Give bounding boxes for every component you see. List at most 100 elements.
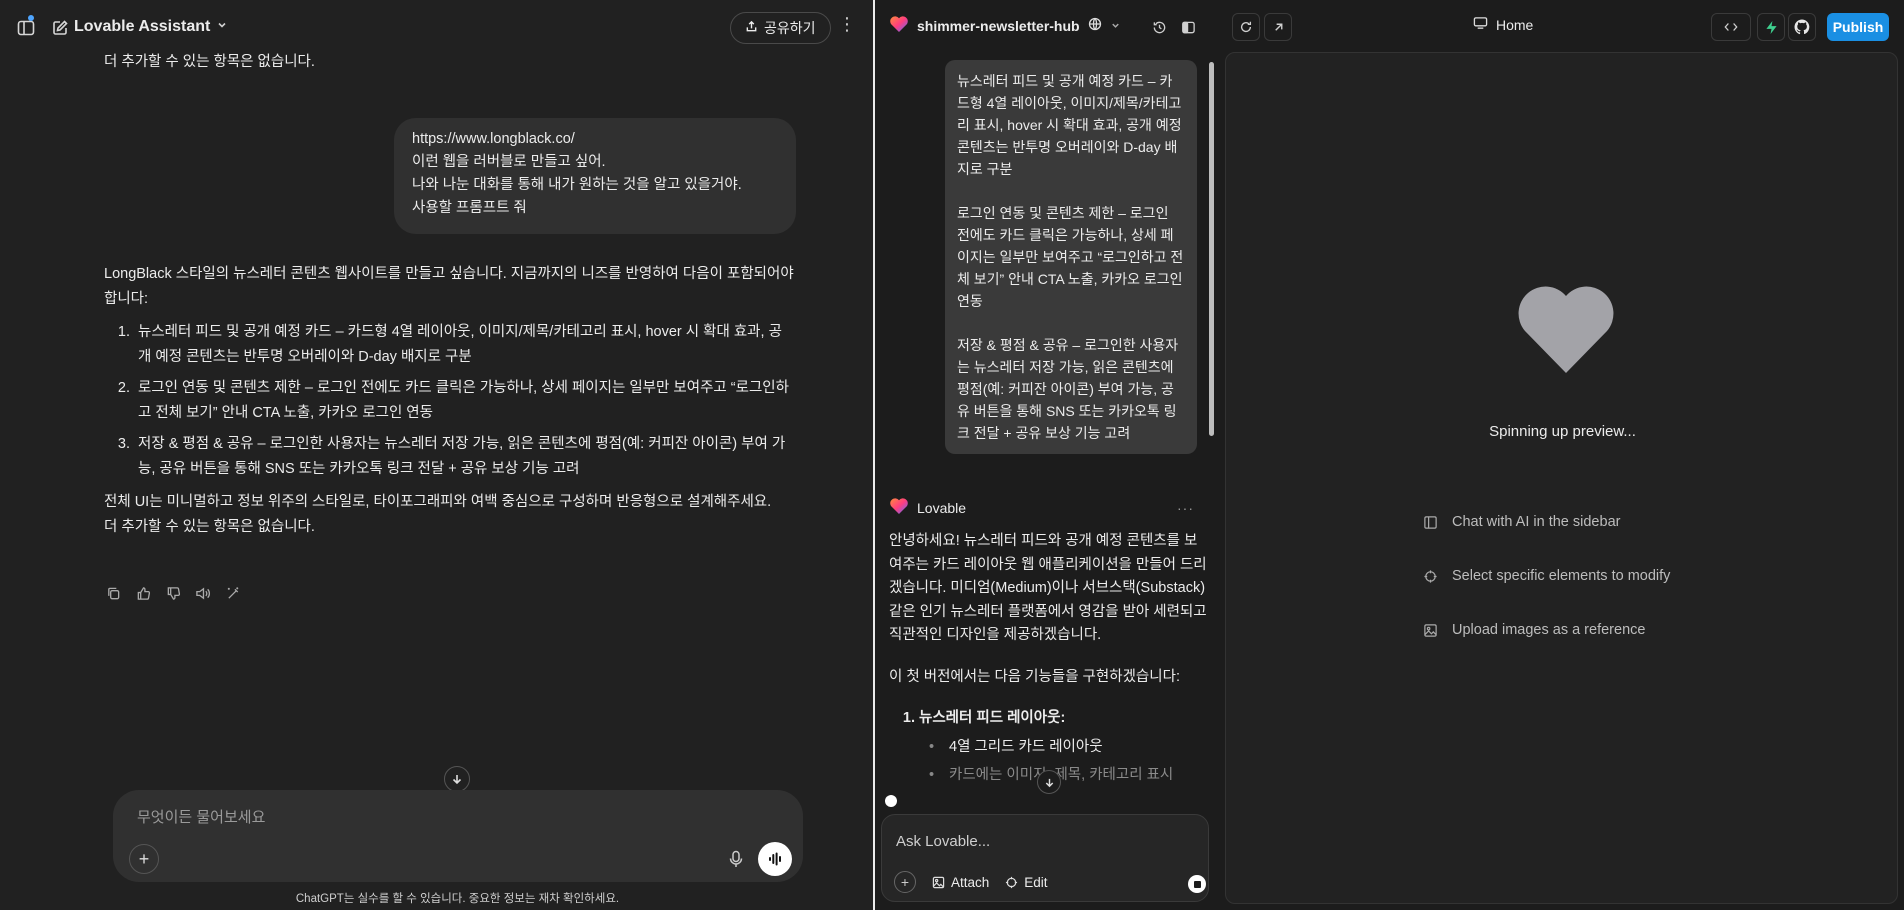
publish-button[interactable]: Publish — [1827, 13, 1889, 41]
share-label: 공유하기 — [764, 20, 816, 36]
project-selector[interactable]: shimmer-newsletter-hub — [889, 15, 1121, 36]
tip-label: Chat with AI in the sidebar — [1452, 514, 1621, 530]
waveform-icon — [769, 852, 781, 866]
code-icon — [1724, 23, 1738, 31]
share-icon — [745, 20, 758, 36]
scroll-to-bottom-button[interactable] — [1037, 770, 1061, 794]
microphone-icon[interactable] — [723, 846, 749, 872]
gpt-title-dropdown[interactable]: Lovable Assistant — [74, 18, 228, 36]
chevron-down-icon — [216, 18, 228, 36]
preview-panel: Spinning up preview... Chat with AI in t… — [1225, 52, 1898, 904]
bubble-paragraph: 뉴스레터 피드 및 공개 예정 카드 – 카드형 4열 레이아웃, 이미지/제목… — [957, 73, 1182, 177]
refresh-button[interactable] — [1232, 13, 1260, 41]
assistant-name: Lovable — [917, 499, 967, 516]
history-icon[interactable] — [1146, 14, 1172, 40]
voice-mode-button[interactable] — [758, 842, 792, 876]
heart-icon — [1516, 285, 1616, 380]
chevron-down-icon — [1110, 18, 1121, 34]
github-icon — [1794, 19, 1810, 35]
new-chat-icon[interactable] — [46, 14, 74, 42]
message-more-icon[interactable]: ··· — [1177, 500, 1194, 516]
feature-colon: : — [1060, 710, 1066, 726]
arrow-down-icon — [452, 775, 462, 785]
user-message-line: 이런 웹을 러버블로 만들고 싶어. — [412, 154, 606, 170]
feature-subitems: 4열 그리드 카드 레이아웃 카드에는 이미지, 제목, 카테고리 표시 — [919, 736, 1209, 788]
screen: Lovable Assistant 공유하기 ⋮ 더 추가할 수 있는 항목은 … — [0, 0, 1904, 910]
tip-item: Chat with AI in the sidebar — [1422, 511, 1670, 533]
scroll-to-bottom-button[interactable] — [444, 766, 470, 792]
answer-list-item: 로그인 연동 및 콘텐츠 제한 – 로그인 전에도 카드 클릭은 가능하나, 상… — [134, 376, 794, 426]
feature-list: 뉴스레터 피드 레이아웃: 4열 그리드 카드 레이아웃 카드에는 이미지, 제… — [919, 707, 1209, 788]
external-link-icon — [1274, 23, 1282, 31]
sidebar-toggle-icon[interactable] — [12, 14, 40, 42]
assistant-paragraph: 안녕하세요! 뉴스레터 피드와 공개 예정 콘텐츠를 보여주는 카드 레이아웃 … — [889, 533, 1207, 643]
thumbs-down-icon[interactable] — [164, 584, 182, 602]
lovable-topbar: shimmer-newsletter-hub Home Publish — [875, 0, 1904, 52]
answer-tail: 더 추가할 수 있는 항목은 없습니다. — [104, 519, 315, 535]
read-aloud-icon[interactable] — [194, 584, 212, 602]
supabase-button[interactable] — [1757, 13, 1785, 41]
chatgpt-topbar: Lovable Assistant 공유하기 ⋮ — [0, 0, 873, 56]
assistant-answer: LongBlack 스타일의 뉴스레터 콘텐츠 웹사이트를 만들고 싶습니다. … — [104, 262, 794, 540]
tip-item: Upload images as a reference — [1422, 619, 1670, 641]
plus-icon: + — [138, 848, 150, 869]
thumbs-up-icon[interactable] — [134, 584, 152, 602]
answer-list: 뉴스레터 피드 및 공개 예정 카드 – 카드형 4열 레이아웃, 이미지/제목… — [134, 320, 794, 482]
share-button[interactable]: 공유하기 — [730, 12, 831, 44]
feature-title: 뉴스레터 피드 레이아웃 — [919, 710, 1061, 726]
user-message-line: https://www.longblack.co/ — [412, 131, 575, 147]
answer-outro: 전체 UI는 미니멀하고 정보 위주의 스타일로, 타이포그래피와 여백 중심으… — [104, 494, 772, 510]
arrow-down-icon — [1045, 778, 1053, 787]
edit-wand-icon[interactable] — [224, 584, 242, 602]
assistant-header: Lovable — [889, 497, 966, 518]
user-message-bubble: https://www.longblack.co/ 이런 웹을 러버블로 만들고… — [394, 118, 796, 234]
stop-generation-button[interactable] — [1188, 875, 1206, 893]
tip-item: Select specific elements to modify — [1422, 565, 1670, 587]
tip-label: Select specific elements to modify — [1452, 568, 1671, 584]
lovable-input-placeholder[interactable]: Ask Lovable... — [896, 833, 990, 850]
assistant-paragraph: 이 첫 버전에서는 다음 기능들을 구현하겠습니다: — [889, 668, 1180, 685]
more-options-icon[interactable]: ⋮ — [838, 14, 856, 35]
lovable-user-bubble: 뉴스레터 피드 및 공개 예정 카드 – 카드형 4열 레이아웃, 이미지/제목… — [945, 60, 1197, 454]
notification-dot — [28, 15, 34, 21]
message-actions — [104, 584, 242, 602]
code-view-button[interactable] — [1711, 13, 1751, 41]
answer-list-item: 저장 & 평점 & 공유 – 로그인한 사용자는 뉴스레터 저장 가능, 읽은 … — [134, 432, 794, 482]
chat-scrollbar[interactable] — [1209, 62, 1214, 436]
attach-button[interactable]: Attach — [932, 875, 989, 890]
open-in-new-button[interactable] — [1264, 13, 1292, 41]
add-button[interactable]: + — [894, 871, 916, 893]
bubble-paragraph: 로그인 연동 및 콘텐츠 제한 – 로그인 전에도 카드 클릭은 가능하나, 상… — [957, 205, 1184, 309]
edit-button[interactable]: Edit — [1005, 874, 1048, 890]
lovable-logo-icon — [889, 15, 909, 36]
lovable-composer[interactable]: Ask Lovable... + Attach Edit — [881, 814, 1209, 902]
add-attachment-button[interactable]: + — [129, 844, 159, 874]
composer-toolbar: + Attach Edit — [894, 871, 1048, 893]
chatgpt-pane: Lovable Assistant 공유하기 ⋮ 더 추가할 수 있는 항목은 … — [0, 0, 873, 910]
image-icon — [932, 876, 945, 888]
sidebar-icon — [1422, 514, 1438, 530]
tip-label: Upload images as a reference — [1452, 622, 1646, 638]
plus-icon: + — [900, 874, 910, 890]
cursor-dot — [885, 795, 897, 807]
lovable-chat: 뉴스레터 피드 및 공개 예정 카드 – 카드형 4열 레이아웃, 이미지/제목… — [875, 52, 1215, 910]
lovable-logo-icon — [889, 497, 909, 518]
feature-subitem: 4열 그리드 카드 레이아웃 — [919, 736, 1209, 760]
preview-status: Spinning up preview... — [1489, 423, 1636, 440]
copy-icon[interactable] — [104, 584, 122, 602]
page-label: Home — [1496, 16, 1534, 33]
user-message-line: 사용할 프롬프트 줘 — [412, 200, 527, 216]
chatgpt-composer[interactable]: 무엇이든 물어보세요 + — [113, 790, 803, 882]
answer-intro: LongBlack 스타일의 뉴스레터 콘텐츠 웹사이트를 만들고 싶습니다. … — [104, 266, 794, 307]
toggle-panel-icon[interactable] — [1175, 14, 1201, 40]
composer-placeholder[interactable]: 무엇이든 물어보세요 — [137, 806, 265, 827]
page-selector[interactable]: Home — [1473, 16, 1533, 33]
globe-icon — [1088, 17, 1102, 34]
monitor-icon — [1473, 16, 1488, 33]
crosshair-icon — [1006, 876, 1018, 888]
image-icon — [1422, 622, 1438, 638]
github-button[interactable] — [1788, 13, 1816, 41]
edit-label: Edit — [1024, 874, 1048, 890]
answer-list-item: 뉴스레터 피드 및 공개 예정 카드 – 카드형 4열 레이아웃, 이미지/제목… — [134, 320, 794, 370]
lovable-pane: shimmer-newsletter-hub Home Publish 뉴스레터… — [875, 0, 1904, 910]
